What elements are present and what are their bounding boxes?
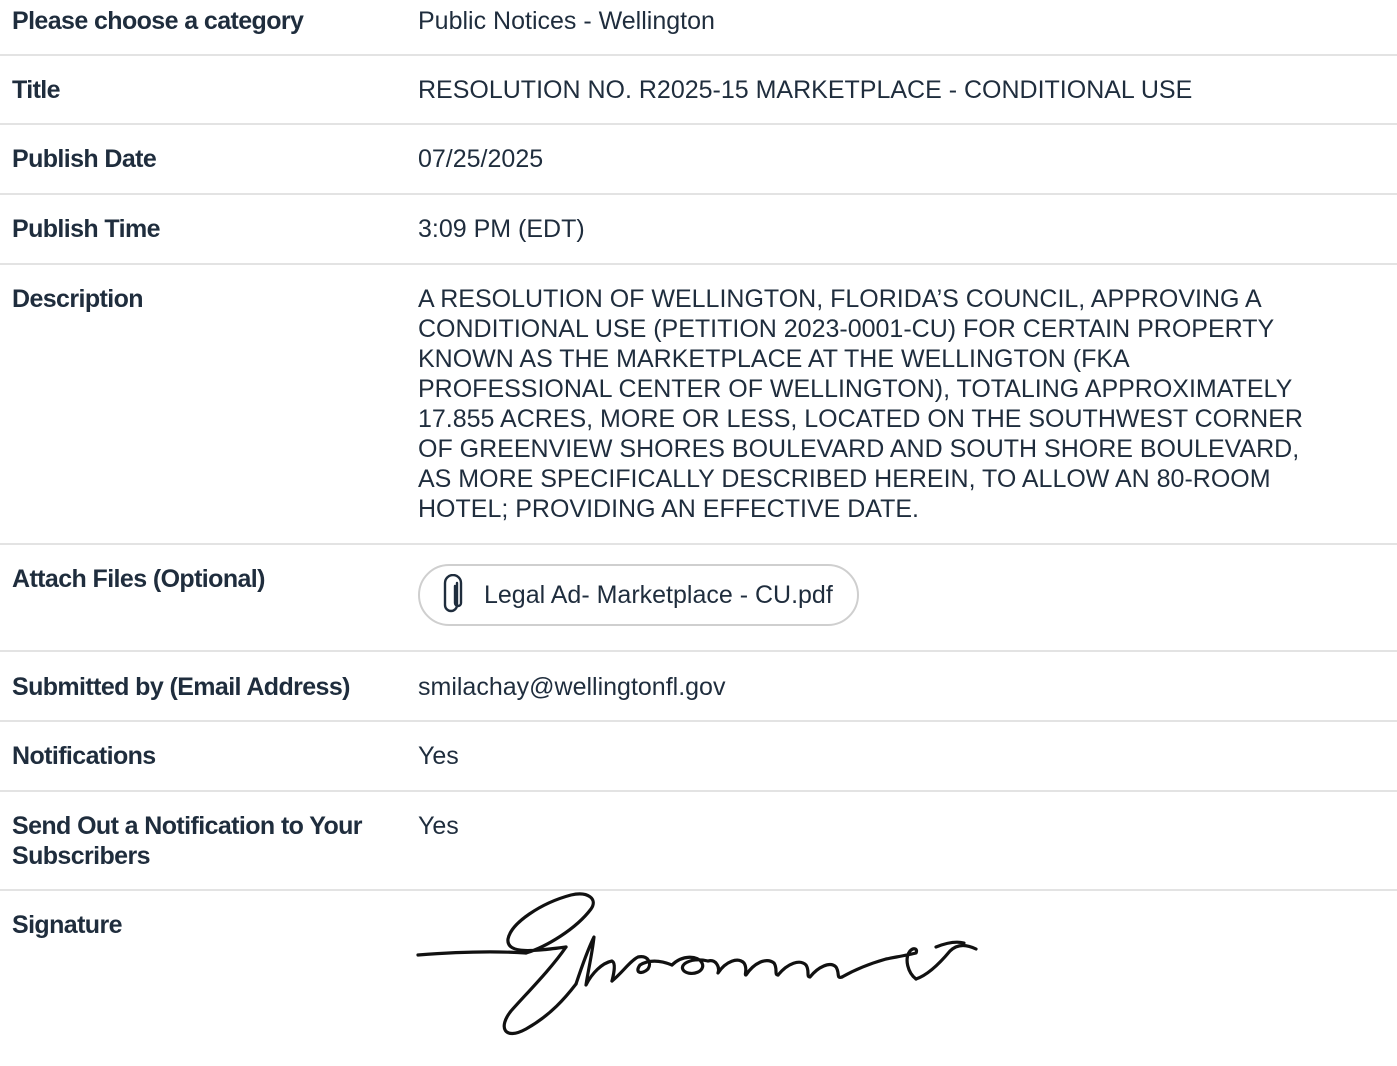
row-publish-date: Publish Date 07/25/2025 xyxy=(0,125,1397,195)
notifications-value: Yes xyxy=(418,742,459,770)
description-line: KNOWN AS THE MARKETPLACE AT THE WELLINGT… xyxy=(418,345,1130,373)
attach-files-value: Legal Ad- Marketplace - CU.pdf xyxy=(418,545,1397,650)
description-line: A RESOLUTION OF WELLINGTON, FLORIDA’S CO… xyxy=(418,285,1262,313)
signature-value xyxy=(416,889,1397,1066)
submitted-by-value: smilachay@wellingtonfl.gov xyxy=(418,673,726,701)
description-label: Description xyxy=(12,285,144,313)
row-signature: Signature xyxy=(0,891,1397,1066)
row-description: Description A RESOLUTION OF WELLINGTON, … xyxy=(0,265,1397,545)
attach-files-label: Attach Files (Optional) xyxy=(12,565,265,593)
category-value: Public Notices - Wellington xyxy=(418,7,715,35)
title-label: Title xyxy=(12,76,61,104)
signature-image xyxy=(416,889,1397,1046)
send-notification-label-line: Send Out a Notification to Your xyxy=(12,812,363,840)
send-notification-value: Yes xyxy=(418,812,459,840)
publish-date-value: 07/25/2025 xyxy=(418,145,544,173)
row-publish-time: Publish Time 3:09 PM (EDT) xyxy=(0,195,1397,265)
row-notifications: Notifications Yes xyxy=(0,722,1397,792)
row-category: Please choose a category Public Notices … xyxy=(0,0,1397,56)
publish-time-label: Publish Time xyxy=(12,215,161,243)
row-attach-files: Attach Files (Optional) Legal Ad- Market… xyxy=(0,545,1397,652)
row-submitted-by: Submitted by (Email Address) smilachay@w… xyxy=(0,652,1397,722)
send-notification-label-line: Subscribers xyxy=(12,842,151,870)
row-send-notification: Send Out a Notification to Your Subscrib… xyxy=(0,792,1397,891)
attachment-file-name: Legal Ad- Marketplace - CU.pdf xyxy=(484,581,833,609)
signature-label: Signature xyxy=(12,911,123,939)
description-line: CONDITIONAL USE (PETITION 2023-0001-CU) … xyxy=(418,315,1275,343)
row-title: Title RESOLUTION NO. R2025-15 MARKETPLAC… xyxy=(0,56,1397,125)
attachment-file-chip[interactable]: Legal Ad- Marketplace - CU.pdf xyxy=(418,564,859,626)
description-line: HOTEL; PROVIDING AN EFFECTIVE DATE. xyxy=(418,495,920,523)
publish-time-value: 3:09 PM (EDT) xyxy=(418,215,585,243)
description-line: OF GREENVIEW SHORES BOULEVARD AND SOUTH … xyxy=(418,435,1300,463)
category-label: Please choose a category xyxy=(12,7,304,35)
description-line: 17.855 ACRES, MORE OR LESS, LOCATED ON T… xyxy=(418,405,1303,433)
publish-date-label: Publish Date xyxy=(12,145,157,173)
title-value: RESOLUTION NO. R2025-15 MARKETPLACE - CO… xyxy=(418,76,1193,104)
description-line: AS MORE SPECIFICALLY DESCRIBED HEREIN, T… xyxy=(418,465,1271,493)
submission-details: Please choose a category Public Notices … xyxy=(0,0,1397,1066)
send-notification-label: Send Out a Notification to Your Subscrib… xyxy=(0,792,418,889)
notifications-label: Notifications xyxy=(12,742,156,770)
submitted-by-label: Submitted by (Email Address) xyxy=(12,673,350,701)
description-value: A RESOLUTION OF WELLINGTON, FLORIDA’S CO… xyxy=(418,265,1397,543)
description-line: PROFESSIONAL CENTER OF WELLINGTON), TOTA… xyxy=(418,375,1293,403)
paperclip-icon xyxy=(443,574,463,613)
handwritten-signature xyxy=(416,892,978,1036)
